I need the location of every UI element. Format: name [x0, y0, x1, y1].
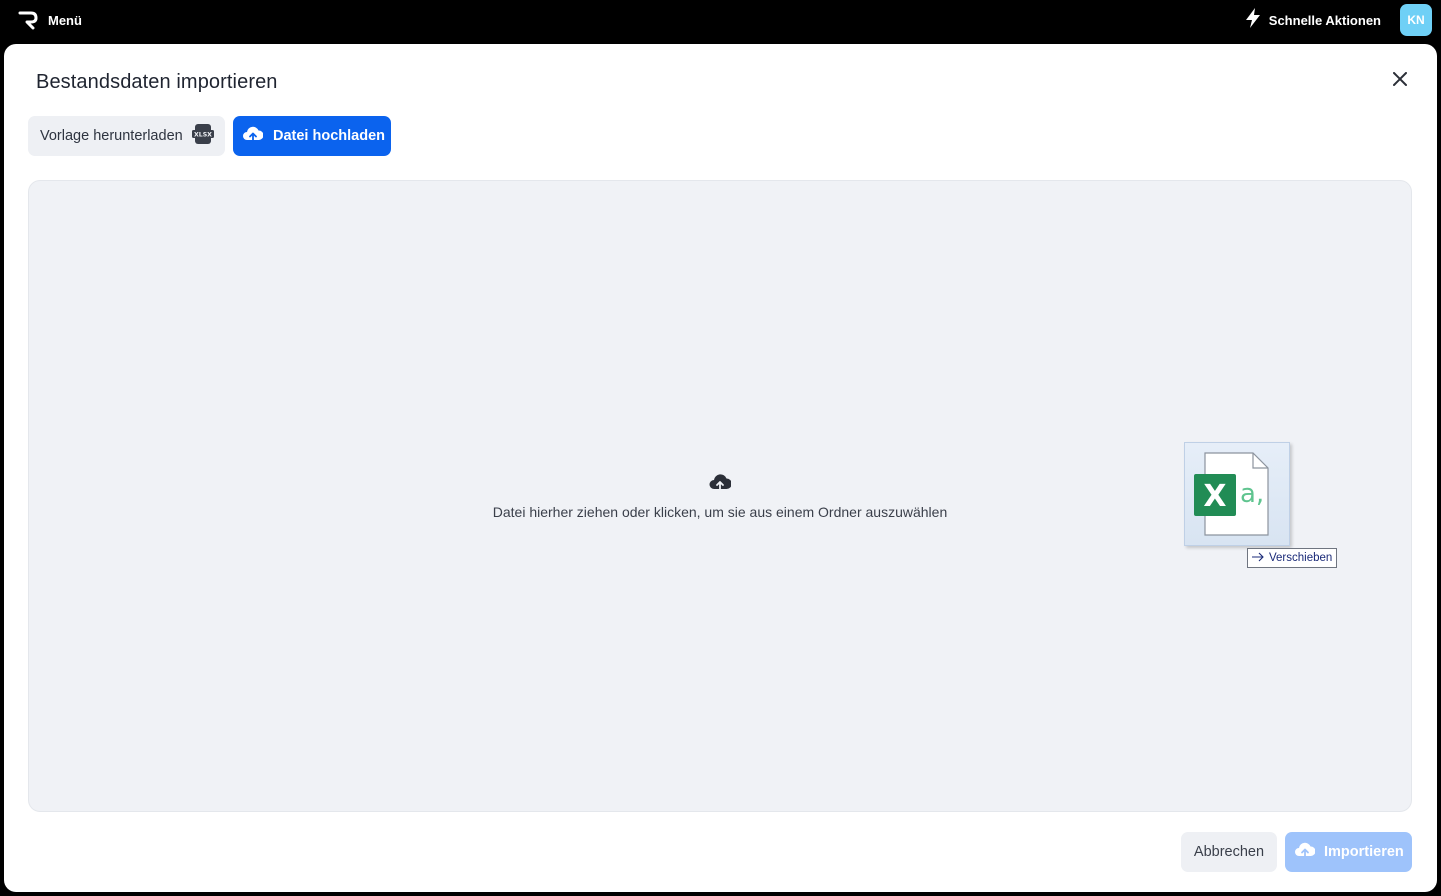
drag-move-tooltip: Verschieben [1247, 548, 1337, 568]
quick-actions-button[interactable]: Schnelle Aktionen [1244, 7, 1381, 34]
cloud-upload-icon [243, 126, 264, 146]
cloud-upload-icon [709, 473, 732, 493]
top-navigation-bar: Menü Schnelle Aktionen KN [0, 0, 1441, 44]
menu-button[interactable]: Menü [18, 8, 82, 32]
menu-label: Menü [48, 12, 82, 28]
close-button[interactable] [1388, 69, 1412, 93]
drag-tooltip-label: Verschieben [1269, 552, 1333, 564]
cloud-upload-icon [1295, 842, 1316, 862]
xlsx-file-icon: XLSX [191, 124, 214, 148]
import-modal: Bestandsdaten importieren Vorlage herunt… [4, 44, 1437, 892]
user-avatar[interactable]: KN [1400, 4, 1432, 36]
modal-title: Bestandsdaten importieren [36, 71, 278, 93]
upload-button-label: Datei hochladen [273, 128, 385, 144]
download-template-button[interactable]: Vorlage herunterladen XLSX [28, 116, 225, 156]
import-button-label: Importieren [1324, 844, 1404, 860]
close-icon [1393, 71, 1407, 91]
svg-text:a,: a, [1240, 479, 1264, 509]
arrow-right-icon [1251, 552, 1265, 565]
brand-logo-icon [18, 10, 38, 30]
import-button[interactable]: Importieren [1285, 832, 1412, 872]
upload-file-button[interactable]: Datei hochladen [233, 116, 391, 156]
file-dropzone[interactable]: Datei hierher ziehen oder klicken, um si… [28, 180, 1412, 812]
dragged-file-preview: X a, [1184, 442, 1290, 546]
template-button-label: Vorlage herunterladen [40, 128, 183, 144]
cancel-button[interactable]: Abbrechen [1181, 832, 1277, 872]
lightning-bolt-icon [1244, 7, 1262, 34]
quick-actions-label: Schnelle Aktionen [1268, 12, 1381, 28]
svg-text:XLSX: XLSX [194, 132, 212, 139]
svg-text:X: X [1203, 479, 1226, 514]
